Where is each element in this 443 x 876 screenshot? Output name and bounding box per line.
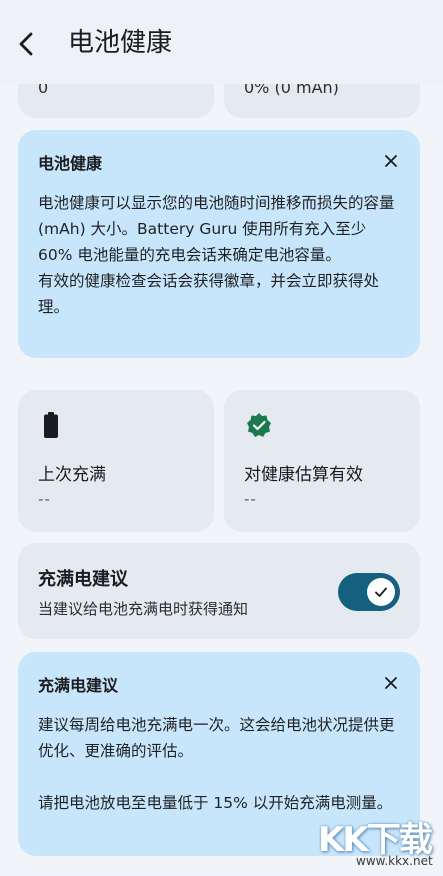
- watermark-url: www.kkx.net: [356, 854, 433, 868]
- close-button[interactable]: [380, 150, 402, 172]
- close-icon: [385, 155, 397, 167]
- close-icon: [385, 677, 397, 689]
- watermark: KK下载 www.kkx.net: [318, 812, 440, 874]
- info-card-body: 电池健康可以显示您的电池随时间推移而损失的容量 (mAh) 大小。Battery…: [38, 194, 395, 316]
- valid-estimate-label: 对健康估算有效: [244, 465, 363, 485]
- full-charge-toggle[interactable]: [338, 573, 400, 611]
- valid-estimate-card: 对健康估算有效 --: [224, 390, 420, 532]
- toggle-thumb: [367, 578, 395, 606]
- info-card-body-2: 建议每周给电池充满电一次。这会给电池状况提供更优化、更准确的评估。 请把电池放电…: [38, 716, 395, 812]
- setting-subtitle: 当建议给电池充满电时获得通知: [38, 600, 249, 618]
- setting-title: 充满电建议: [38, 569, 128, 590]
- page-title: 电池健康: [68, 28, 173, 58]
- info-card-title: 电池健康: [38, 154, 103, 173]
- info-card-title-2: 充满电建议: [38, 676, 119, 695]
- verified-badge-icon: [247, 413, 271, 437]
- back-button[interactable]: [12, 28, 40, 60]
- close-button-2[interactable]: [380, 672, 402, 694]
- battery-health-info-card: 电池健康 电池健康可以显示您的电池随时间推移而损失的容量 (mAh) 大小。Ba…: [18, 130, 420, 358]
- last-full-charge-value: --: [38, 490, 51, 508]
- back-arrow-icon: [19, 32, 33, 56]
- valid-estimate-value: --: [244, 490, 257, 508]
- battery-icon: [44, 412, 58, 438]
- last-full-charge-card: 上次充满 --: [18, 390, 214, 532]
- last-full-charge-label: 上次充满: [38, 465, 106, 485]
- check-icon: [375, 587, 387, 597]
- full-charge-setting-row[interactable]: 充满电建议 当建议给电池充满电时获得通知: [18, 543, 420, 639]
- app-bar: 电池健康: [0, 0, 443, 84]
